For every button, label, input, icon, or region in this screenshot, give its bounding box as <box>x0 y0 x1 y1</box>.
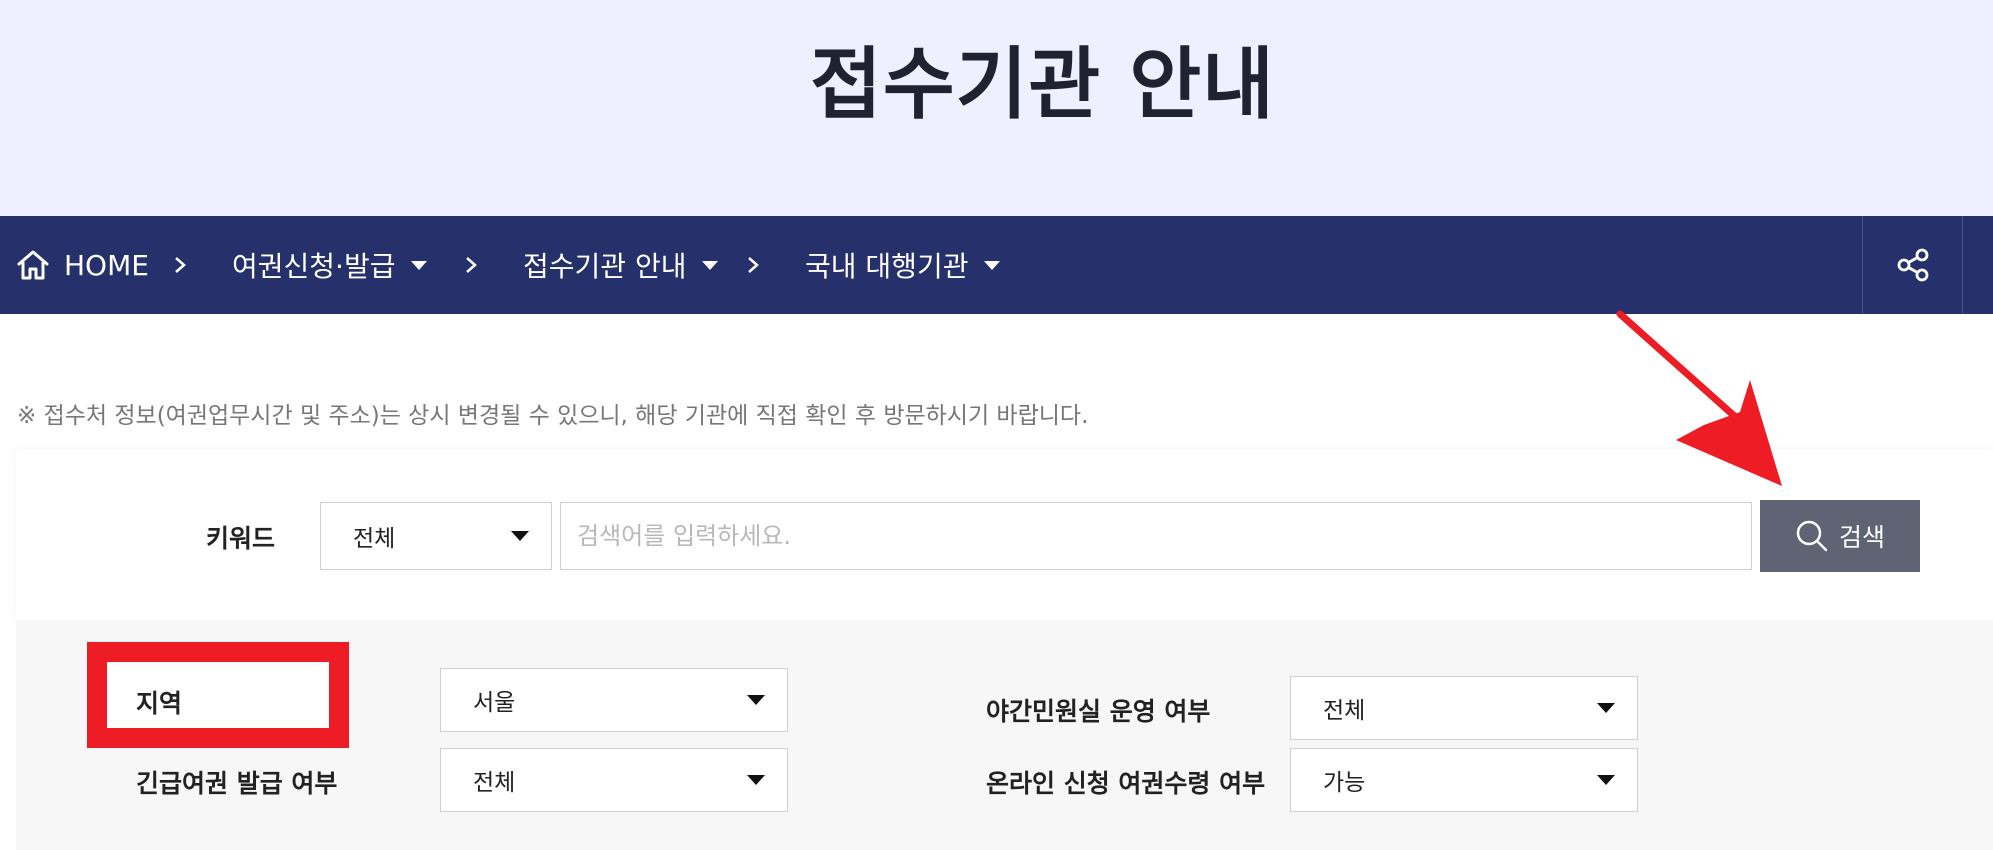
breadcrumb-item-label: 접수기관 안내 <box>523 250 687 283</box>
breadcrumb-home[interactable]: HOME <box>16 216 149 314</box>
region-label: 지역 <box>136 689 183 718</box>
night-office-label: 야간민원실 운영 여부 <box>986 697 1211 726</box>
search-button[interactable]: 검색 <box>1760 500 1920 572</box>
page-title: 접수기관 안내 <box>810 40 1275 130</box>
select-value: 서울 <box>473 690 516 716</box>
online-pickup-label: 온라인 신청 여권수령 여부 <box>986 769 1266 798</box>
select-value: 전체 <box>1323 698 1366 724</box>
caret-down-icon <box>411 260 428 270</box>
select-value: 전체 <box>473 770 516 796</box>
arrow-annotation-icon <box>1616 310 1782 486</box>
share-button[interactable] <box>1863 216 1963 314</box>
breadcrumb-home-label: HOME <box>64 248 149 282</box>
breadcrumb-item-label: 여권신청·발급 <box>232 250 396 283</box>
urgent-passport-label: 긴급여권 발급 여부 <box>136 769 338 798</box>
region-select[interactable]: 서울 <box>440 668 788 732</box>
breadcrumb-item-apply[interactable]: 여권신청·발급 <box>232 216 428 314</box>
breadcrumb-item-offices[interactable]: 접수기관 안내 <box>523 216 719 314</box>
caret-down-icon <box>702 260 719 270</box>
notice-text: ※ 접수처 정보(여권업무시간 및 주소)는 상시 변경될 수 있으니, 해당 … <box>17 403 1089 429</box>
caret-down-icon <box>1597 703 1615 713</box>
caret-down-icon <box>747 695 765 705</box>
share-icon <box>1897 248 1929 282</box>
keyword-scope-select[interactable]: 전체 <box>320 502 552 570</box>
keyword-label: 키워드 <box>206 524 276 553</box>
breadcrumb-item-label: 국내 대행기관 <box>805 250 969 283</box>
search-icon <box>1796 520 1828 552</box>
online-pickup-select[interactable]: 가능 <box>1290 748 1638 812</box>
breadcrumb-item-domestic[interactable]: 국내 대행기관 <box>805 216 1001 314</box>
search-input[interactable] <box>560 502 1752 570</box>
chevron-right-icon <box>745 216 761 314</box>
select-value: 전체 <box>353 526 396 552</box>
home-icon <box>17 250 49 280</box>
search-button-label: 검색 <box>1838 524 1885 552</box>
caret-down-icon <box>747 775 765 785</box>
highlight-annotation <box>87 642 349 748</box>
page-header: 접수기관 안내 <box>0 0 1993 216</box>
caret-down-icon <box>1597 775 1615 785</box>
select-value: 가능 <box>1323 770 1366 796</box>
caret-down-icon <box>984 260 1001 270</box>
caret-down-icon <box>511 531 529 541</box>
night-office-select[interactable]: 전체 <box>1290 676 1638 740</box>
nav-divider <box>1962 216 1963 314</box>
chevron-right-icon <box>463 216 479 314</box>
chevron-right-icon <box>172 216 188 314</box>
urgent-passport-select[interactable]: 전체 <box>440 748 788 812</box>
